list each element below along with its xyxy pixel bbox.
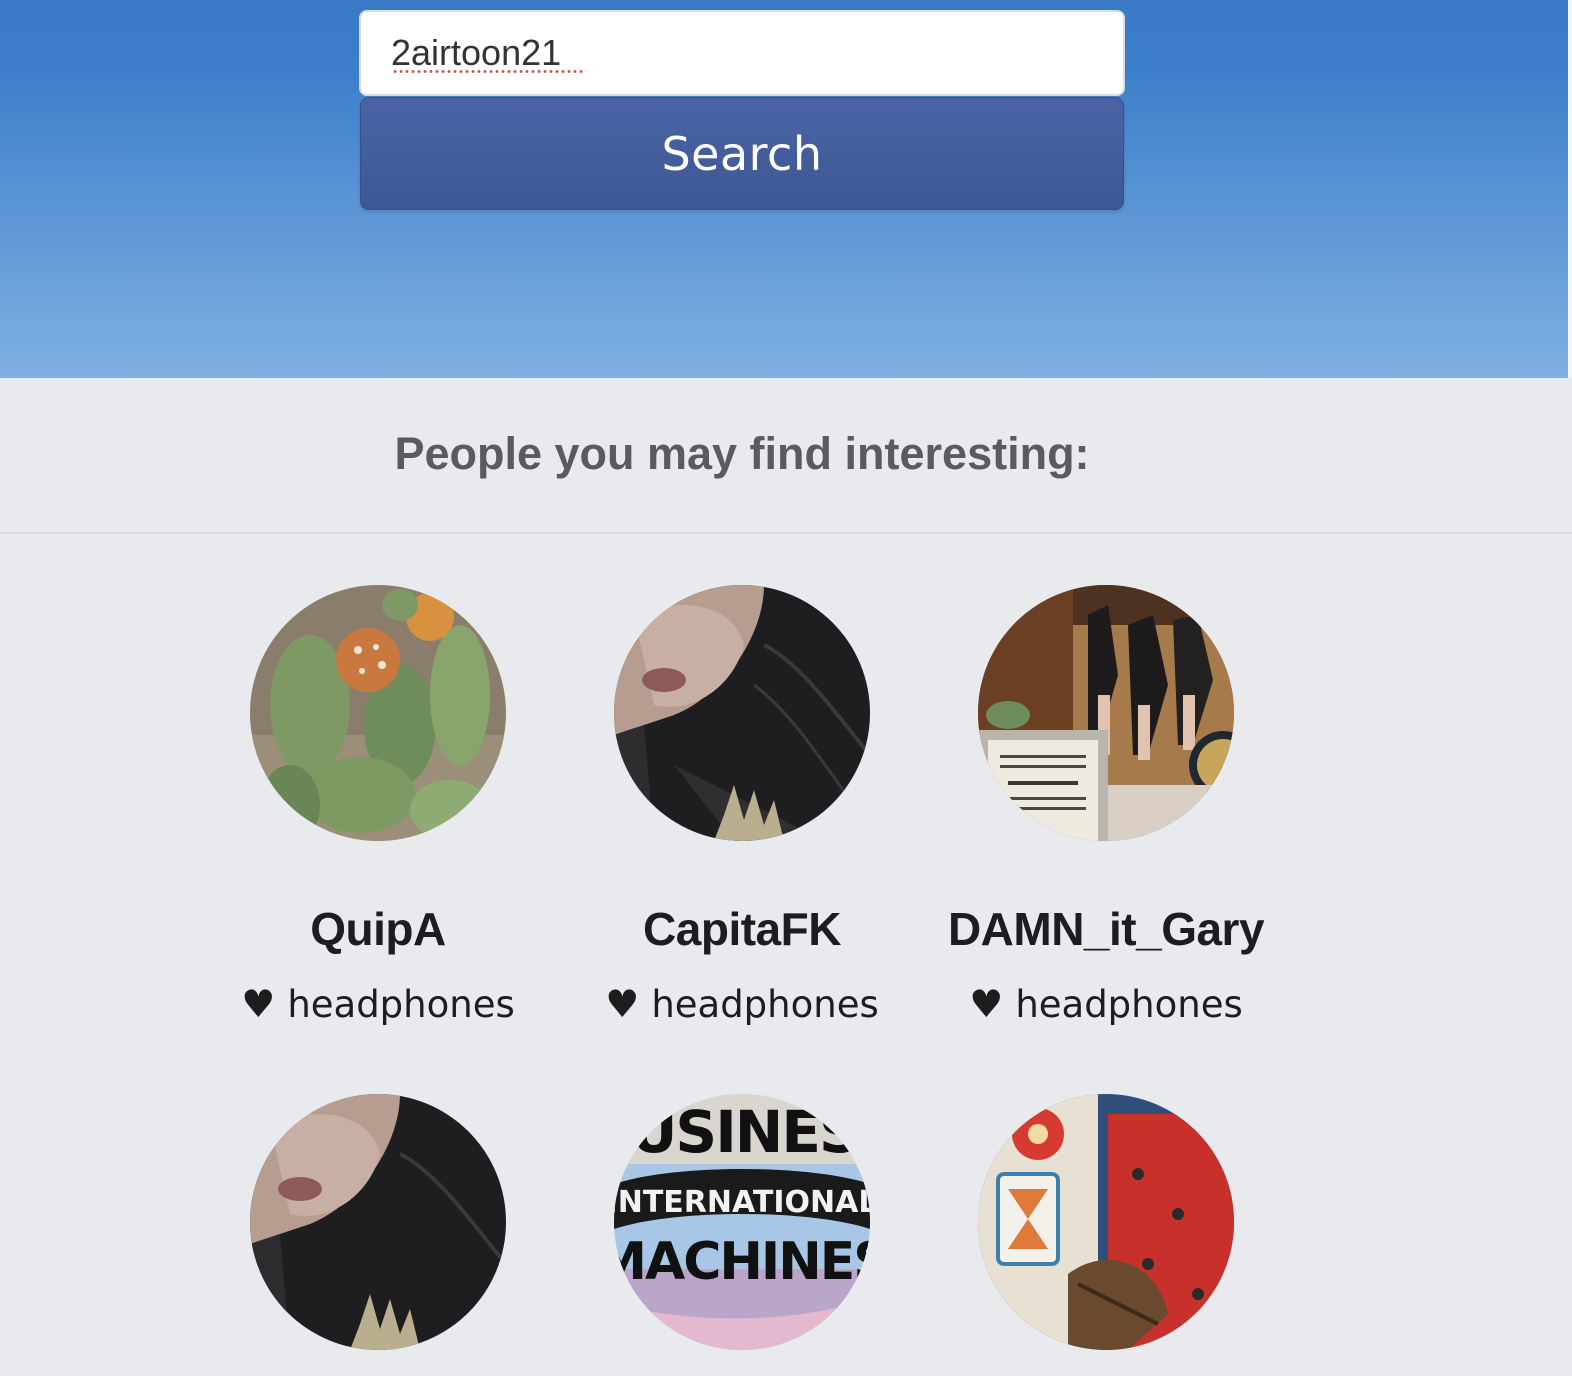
- person-interest-label: headphones: [651, 983, 879, 1026]
- dog-photo-image: [250, 1094, 506, 1350]
- dancers-photo-avatar[interactable]: [978, 585, 1234, 841]
- dancers-photo-image: [978, 585, 1234, 841]
- dog-photo-avatar[interactable]: [614, 585, 870, 841]
- dog-photo-image: [614, 585, 870, 841]
- svg-text:MACHINES: MACHINES: [614, 1232, 870, 1292]
- suggestions-title: People you may find interesting:: [394, 428, 1090, 479]
- business-machines-globe-avatar[interactable]: BUSINESS INTERNATIONAL MACHINES: [614, 1094, 870, 1350]
- heart-icon: ♥: [241, 982, 276, 1026]
- person-username[interactable]: DAMN_it_Gary: [896, 902, 1316, 956]
- heart-icon: ♥: [605, 982, 640, 1026]
- search-button[interactable]: Search: [360, 97, 1124, 210]
- person-interest: ♥ headphones: [532, 982, 952, 1026]
- business-machines-globe-image: BUSINESS INTERNATIONAL MACHINES: [614, 1094, 870, 1350]
- regalia-photo-avatar[interactable]: [978, 1094, 1234, 1350]
- dog-photo-avatar[interactable]: [250, 1094, 506, 1350]
- person-interest-label: headphones: [1015, 983, 1243, 1026]
- svg-text:INTERNATIONAL: INTERNATIONAL: [614, 1185, 870, 1220]
- person-interest-label: headphones: [287, 983, 515, 1026]
- person-username[interactable]: QuipA: [168, 902, 588, 956]
- heart-icon: ♥: [969, 982, 1004, 1026]
- person-username[interactable]: CapitaFK: [532, 902, 952, 956]
- person-interest: ♥ headphones: [168, 982, 588, 1026]
- section-divider: [0, 532, 1572, 534]
- cactus-photo-image: [250, 585, 506, 841]
- search-input[interactable]: [359, 10, 1125, 96]
- cactus-photo-avatar[interactable]: [250, 585, 506, 841]
- svg-text:BUSINESS: BUSINESS: [614, 1098, 870, 1166]
- regalia-photo-image: [978, 1094, 1234, 1350]
- person-interest: ♥ headphones: [896, 982, 1316, 1026]
- page: Search People you may find interesting:: [0, 0, 1572, 1376]
